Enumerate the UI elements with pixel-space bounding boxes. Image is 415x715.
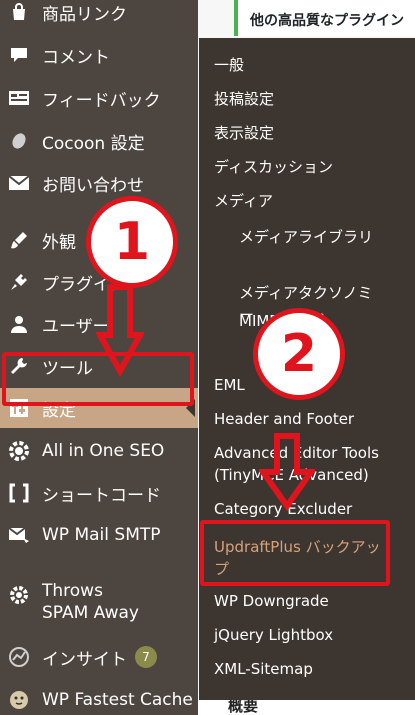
sidebar-item-label: ショートコード bbox=[42, 485, 161, 506]
envelope-icon bbox=[8, 172, 30, 194]
sidebar-item-comments[interactable]: コメント bbox=[0, 35, 198, 75]
submenu-item-media[interactable]: メディア bbox=[214, 190, 273, 212]
sidebar-item-product-links[interactable]: 商品リンク bbox=[0, 0, 198, 32]
step-1-marker: 1 bbox=[86, 196, 178, 288]
sidebar-item-label: インサイト bbox=[42, 649, 127, 670]
updraftplus-highlight-box bbox=[200, 520, 390, 586]
insights-icon bbox=[8, 646, 30, 668]
brackets-icon bbox=[8, 482, 30, 504]
step-2-marker: 2 bbox=[253, 308, 345, 400]
sidebar-item-label: WP Fastest Cache bbox=[42, 690, 193, 710]
sidebar-item-feedback[interactable]: フィードバック bbox=[0, 78, 198, 118]
submenu-item-eml[interactable]: EML bbox=[214, 374, 245, 396]
step-1-arrow bbox=[96, 284, 144, 378]
feedback-card-icon bbox=[8, 87, 30, 109]
cocoon-leaf-icon bbox=[8, 130, 30, 152]
submenu-item-header-footer[interactable]: Header and Footer bbox=[214, 408, 354, 430]
plugin-notice: 他の高品質なプラグイン bbox=[234, 0, 415, 36]
submenu-item-writing[interactable]: 投稿設定 bbox=[214, 88, 274, 110]
sidebar-item-label: 外観 bbox=[42, 232, 76, 253]
mail-send-icon bbox=[8, 524, 30, 546]
comment-icon bbox=[8, 44, 30, 66]
brush-icon bbox=[8, 229, 30, 251]
aioseo-gear-icon bbox=[8, 440, 30, 462]
sidebar-item-label: Cocoon 設定 bbox=[42, 133, 145, 154]
submenu-item-jquery-lightbox[interactable]: jQuery Lightbox bbox=[214, 624, 333, 646]
sidebar-item-label: 商品リンク bbox=[42, 4, 127, 25]
insights-count-badge: 7 bbox=[135, 646, 157, 668]
sidebar-item-label: All in One SEO bbox=[42, 441, 165, 461]
submenu-item-discussion[interactable]: ディスカッション bbox=[214, 156, 333, 178]
sidebar-item-label: フィードバック bbox=[42, 90, 161, 111]
submenu-item-media-library[interactable]: メディアライブラリ bbox=[239, 226, 379, 248]
sidebar-item-label: お問い合わせ bbox=[42, 175, 144, 196]
sidebar-item-all-in-one-seo[interactable]: All in One SEO bbox=[0, 431, 198, 471]
submenu-item-general[interactable]: 一般 bbox=[214, 54, 244, 76]
gear-icon bbox=[8, 584, 30, 606]
submenu-item-reading[interactable]: 表示設定 bbox=[214, 122, 274, 144]
cheetah-icon bbox=[8, 689, 30, 711]
step-2-arrow bbox=[259, 433, 315, 512]
sidebar-item-contact[interactable]: お問い合わせ bbox=[0, 163, 198, 203]
sidebar-item-shortcodes[interactable]: ショートコード bbox=[0, 473, 198, 513]
plug-icon bbox=[8, 271, 30, 293]
sidebar-item-wp-mail-smtp[interactable]: WP Mail SMTP bbox=[0, 515, 198, 555]
sidebar-item-label: コメント bbox=[42, 47, 110, 68]
sidebar-item-insights[interactable]: インサイト 7 bbox=[0, 637, 198, 677]
sidebar-item-wp-fastest-cache[interactable]: WP Fastest Cache bbox=[0, 680, 198, 715]
sidebar-item-cocoon-settings[interactable]: Cocoon 設定 bbox=[0, 121, 198, 161]
user-icon bbox=[8, 313, 30, 335]
sidebar-item-label: WP Mail SMTP bbox=[42, 525, 161, 545]
submenu-item-wp-downgrade[interactable]: WP Downgrade bbox=[214, 590, 329, 612]
sidebar-item-throws-spam-away[interactable]: Throws SPAM Away bbox=[0, 580, 198, 632]
submenu-item-xml-sitemap[interactable]: XML-Sitemap bbox=[214, 658, 313, 680]
sidebar-item-label: Throws SPAM Away bbox=[42, 581, 139, 623]
shopping-bag-icon bbox=[8, 1, 30, 23]
